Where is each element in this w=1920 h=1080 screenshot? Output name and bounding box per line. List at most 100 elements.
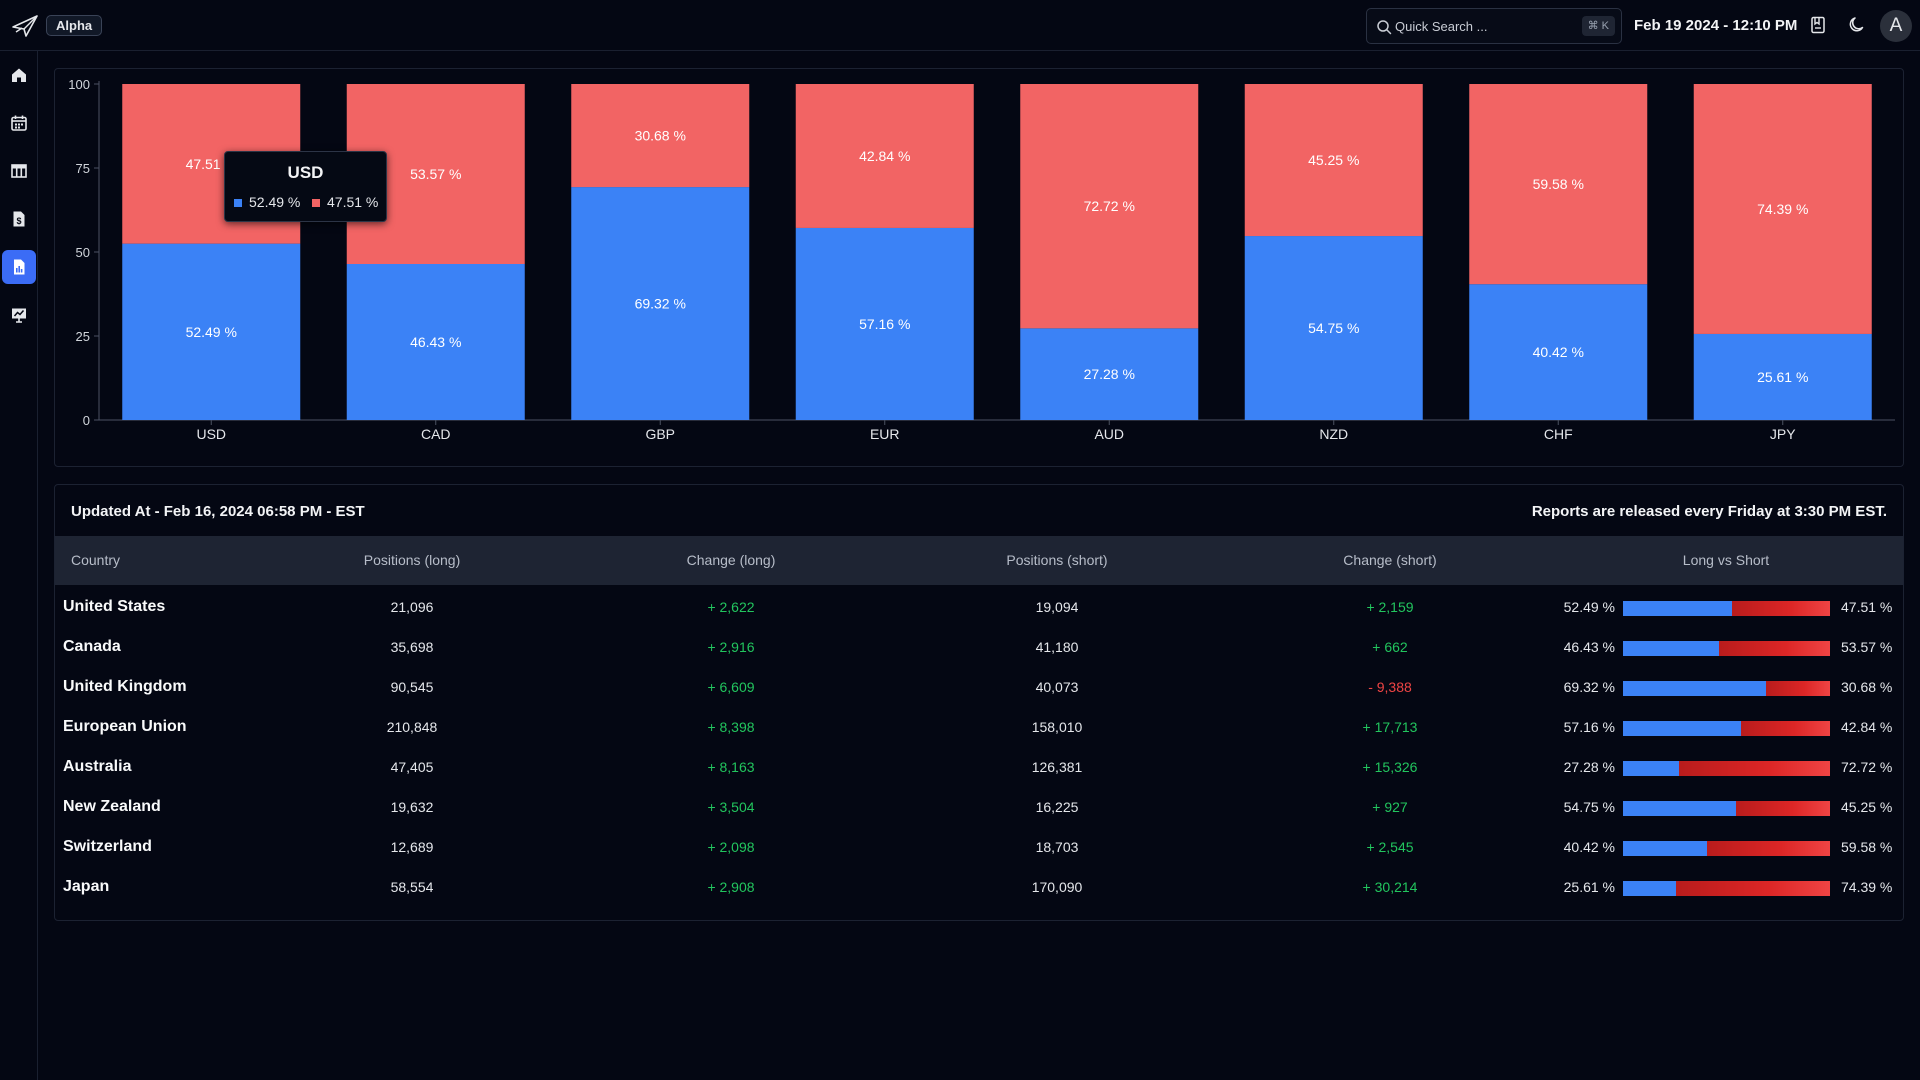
cell-change-long: + 2,622: [707, 599, 755, 615]
table-row[interactable]: United Kingdom 90,545 + 6,609 40,073 - 9,388…: [55, 668, 1903, 708]
y-tick-label: 25: [76, 329, 90, 344]
home-icon: [12, 68, 26, 82]
short-bar-segment: [1719, 641, 1830, 656]
sidebar-item-reports[interactable]: [2, 250, 36, 284]
long-short-bar: [1623, 681, 1830, 696]
x-tick-label: NZD: [1319, 426, 1348, 442]
header-positions-long[interactable]: Positions (long): [364, 552, 461, 568]
tooltip-short-swatch: [312, 199, 320, 207]
notes-icon[interactable]: [1808, 15, 1828, 35]
long-value-label: 57.16 %: [859, 316, 910, 332]
short-value-label: 74.39 %: [1757, 201, 1808, 217]
header-positions-short[interactable]: Positions (short): [1006, 552, 1107, 568]
tooltip-long: 52.49 %: [234, 194, 300, 210]
cell-positions-long: 12,689: [390, 839, 434, 855]
cell-change-long: + 8,163: [707, 759, 755, 775]
cell-change-short: + 2,159: [1366, 599, 1414, 615]
long-bar-segment: [1623, 881, 1676, 896]
dollar-document-icon: $: [13, 211, 25, 227]
chart-tooltip: USD 52.49 % 47.51 %: [224, 151, 387, 222]
cell-short-percent: 30.68 %: [1841, 679, 1893, 695]
moon-icon[interactable]: [1847, 15, 1867, 35]
long-short-bar: [1623, 761, 1830, 776]
cell-short-percent: 45.25 %: [1841, 799, 1893, 815]
x-tick-label: JPY: [1770, 426, 1796, 442]
cell-country: Switzerland: [63, 838, 152, 855]
cell-change-short: + 30,214: [1362, 879, 1418, 895]
short-bar-segment: [1679, 761, 1830, 776]
long-value-label: 27.28 %: [1084, 366, 1135, 382]
cell-change-short: + 2,545: [1366, 839, 1414, 855]
table-header: Country Positions (long) Change (long) P…: [55, 536, 1903, 585]
table-row[interactable]: New Zealand 19,632 + 3,504 16,225 + 927 54.75…: [55, 788, 1903, 828]
long-short-bar: [1623, 641, 1830, 656]
cell-positions-long: 58,554: [390, 879, 434, 895]
cell-change-long: + 3,504: [707, 799, 755, 815]
cell-short-percent: 47.51 %: [1841, 599, 1893, 615]
cell-short-percent: 42.84 %: [1841, 719, 1893, 735]
table-row[interactable]: Australia 47,405 + 8,163 126,381 + 15,326 27.…: [55, 748, 1903, 788]
long-short-bar: [1623, 801, 1830, 816]
cell-country: Canada: [63, 638, 121, 655]
tooltip-title: USD: [287, 163, 324, 182]
x-tick-label: GBP: [645, 426, 675, 442]
long-bar-segment: [1623, 841, 1707, 856]
sidebar-item-invoices[interactable]: $: [2, 202, 36, 236]
header-country[interactable]: Country: [71, 552, 120, 568]
cell-change-long: + 2,916: [707, 639, 755, 655]
long-bar-segment: [1623, 721, 1742, 736]
cell-country: United Kingdom: [63, 678, 187, 695]
short-bar-segment: [1741, 721, 1830, 736]
cell-positions-long: 19,632: [390, 799, 434, 815]
short-bar-segment: [1736, 801, 1830, 816]
short-bar-segment: [1676, 881, 1830, 896]
sidebar-item-calendar[interactable]: [2, 106, 36, 140]
cell-long-percent: 69.32 %: [1563, 679, 1615, 695]
sidebar-item-table[interactable]: [2, 154, 36, 188]
cell-change-short: + 17,713: [1362, 719, 1418, 735]
short-bar-segment: [1706, 841, 1830, 856]
table-row[interactable]: United States 21,096 + 2,622 19,094 + 2,159 5…: [55, 588, 1903, 628]
cell-change-long: + 2,098: [707, 839, 755, 855]
long-short-chart-panel: 0 25 50 75 100 52.49 % 47.51 % USD 46.43 % 53.57 …: [54, 68, 1904, 467]
cell-positions-long: 90,545: [390, 679, 434, 695]
cell-positions-long: 21,096: [390, 599, 434, 615]
table-row[interactable]: Japan 58,554 + 2,908 170,090 + 30,214 25.61 %…: [55, 868, 1903, 908]
header-change-long[interactable]: Change (long): [687, 552, 776, 568]
cell-long-percent: 40.42 %: [1563, 839, 1615, 855]
cell-change-short: + 927: [1372, 799, 1408, 815]
report-chart-icon: [14, 259, 25, 275]
sidebar-item-analytics[interactable]: [2, 298, 36, 332]
cell-short-percent: 53.57 %: [1841, 639, 1893, 655]
header-long-vs-short[interactable]: Long vs Short: [1683, 552, 1769, 568]
positions-table-panel: Updated At - Feb 16, 2024 06:58 PM - EST…: [54, 484, 1904, 921]
long-value-label: 25.61 %: [1757, 369, 1808, 385]
table-icon: [11, 164, 27, 178]
table-row[interactable]: European Union 210,848 + 8,398 158,010 + 17,…: [55, 708, 1903, 748]
cell-change-long: + 8,398: [707, 719, 755, 735]
logo-icon[interactable]: [12, 14, 38, 38]
short-bar-segment: [1731, 601, 1830, 616]
long-short-bar: [1623, 721, 1830, 736]
quick-search[interactable]: Quick Search ... ⌘ K: [1366, 8, 1622, 44]
user-avatar[interactable]: A: [1880, 10, 1912, 42]
top-bar: Alpha Quick Search ... ⌘ K Feb 19 2024 -…: [0, 0, 1920, 51]
cell-long-percent: 46.43 %: [1563, 639, 1615, 655]
sidebar-item-home[interactable]: [2, 58, 36, 92]
current-datetime: Feb 19 2024 - 12:10 PM: [1634, 17, 1798, 34]
long-value-label: 52.49 %: [186, 324, 237, 340]
search-placeholder: Quick Search ...: [1395, 19, 1488, 34]
table-row[interactable]: Switzerland 12,689 + 2,098 18,703 + 2,545 40.…: [55, 828, 1903, 868]
search-shortcut: ⌘ K: [1581, 16, 1615, 36]
cell-positions-long: 210,848: [386, 719, 438, 735]
long-value-label: 40.42 %: [1533, 344, 1584, 360]
short-value-label: 30.68 %: [635, 128, 686, 144]
table-row[interactable]: Canada 35,698 + 2,916 41,180 + 662 46.43 % 53.…: [55, 628, 1903, 668]
cell-country: New Zealand: [63, 798, 161, 815]
header-change-short[interactable]: Change (short): [1343, 552, 1436, 568]
tooltip-long-value: 52.49 %: [249, 194, 301, 210]
cell-positions-short: 19,094: [1035, 599, 1079, 615]
cell-country: United States: [63, 598, 166, 615]
cell-change-short: + 662: [1372, 639, 1408, 655]
cell-short-percent: 72.72 %: [1841, 759, 1893, 775]
